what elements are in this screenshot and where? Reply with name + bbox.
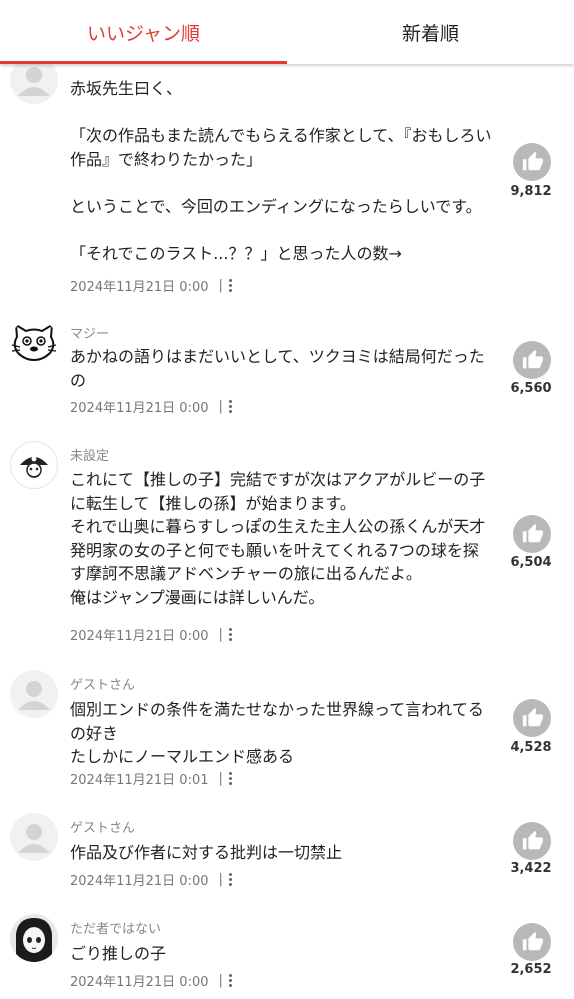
comment-text: 作品及び作者に対する批判は一切禁止 — [70, 843, 343, 862]
like-count: 9,812 — [510, 184, 552, 199]
more-options-icon[interactable] — [227, 772, 234, 785]
separator: | — [218, 872, 223, 887]
comment-meta: 2024年11月21日 0:01 | — [70, 769, 234, 788]
separator: | — [218, 627, 223, 642]
comment-username: ゲストさん — [70, 821, 136, 836]
comment-date: 2024年11月21日 0:00 — [70, 874, 209, 889]
comment-username: ただ者ではない — [70, 922, 162, 937]
like-button[interactable] — [513, 699, 551, 737]
more-options-icon[interactable] — [227, 974, 234, 987]
like-button[interactable] — [513, 143, 551, 181]
thumbs-up-icon — [522, 523, 543, 543]
comment-item: マジー あかねの語りはまだいいとして、ツクヨミは結局何だったの 2024年11月… — [0, 303, 574, 427]
comment-username: ゲストさん — [70, 678, 136, 693]
default-user-icon — [18, 824, 50, 853]
more-options-icon[interactable] — [227, 628, 234, 641]
comment-meta: 2024年11月21日 0:00 | — [70, 971, 234, 990]
comment-username: マジー — [70, 327, 110, 342]
thumbs-up-icon — [522, 707, 543, 727]
comment-date: 2024年11月21日 0:00 — [70, 629, 209, 644]
avatar — [10, 670, 58, 718]
comment-text: ごり推しの子 — [70, 944, 167, 963]
comment-item: 赤坂先生曰く、 「次の作品もまた読んでもらえる作家として、『おもしろい作品』で終… — [0, 40, 574, 305]
more-options-icon[interactable] — [227, 279, 234, 292]
thumbs-up-icon — [522, 830, 543, 850]
like-count: 2,652 — [510, 962, 552, 977]
avatar — [10, 441, 58, 489]
comment-item: ゲストさん 個別エンドの条件を満たせなかった世界線って言われてるの好き たしかに… — [0, 654, 574, 799]
tab-newest[interactable]: 新着順 — [287, 0, 574, 64]
comment-date: 2024年11月21日 0:00 — [70, 401, 209, 416]
anime-girl-avatar-icon — [10, 914, 58, 962]
thumbs-up-icon — [522, 931, 543, 951]
like-count: 3,422 — [510, 861, 552, 876]
comment-meta: 2024年11月21日 0:00 | — [70, 276, 234, 295]
separator: | — [218, 278, 223, 293]
comment-meta: 2024年11月21日 0:00 | — [70, 625, 234, 644]
comment-meta: 2024年11月21日 0:00 | — [70, 870, 234, 889]
comment-item: ゲストさん 作品及び作者に対する批判は一切禁止 2024年11月21日 0:00… — [0, 797, 574, 900]
comment-date: 2024年11月21日 0:00 — [70, 280, 209, 295]
avatar — [10, 319, 58, 367]
like-button[interactable] — [513, 923, 551, 961]
comment-username: 未設定 — [70, 449, 110, 464]
pirate-avatar-icon — [20, 456, 48, 478]
comment-text: これにて【推しの子】完結ですが次はアクアがルビーの子に転生して【推しの孫】が始ま… — [70, 470, 486, 607]
like-button[interactable] — [513, 822, 551, 860]
like-count: 4,528 — [510, 740, 552, 755]
comment-text: 個別エンドの条件を満たせなかった世界線って言われてるの好き たしかにノーマルエン… — [70, 700, 484, 766]
comment-date: 2024年11月21日 0:01 — [70, 773, 209, 788]
comment-item: ただ者ではない ごり推しの子 2024年11月21日 0:00 | 2,652 — [0, 898, 574, 999]
avatar — [10, 813, 58, 861]
thumbs-up-icon — [522, 151, 543, 171]
sort-tabs: いいジャン順 新着順 — [0, 0, 574, 64]
like-count: 6,504 — [510, 555, 552, 570]
thumbs-up-icon — [522, 349, 543, 369]
comment-meta: 2024年11月21日 0:00 | — [70, 397, 234, 416]
cat-avatar-icon — [11, 323, 57, 362]
default-user-icon — [18, 681, 50, 710]
like-count: 6,560 — [510, 381, 552, 396]
separator: | — [218, 973, 223, 988]
separator: | — [218, 771, 223, 786]
like-button[interactable] — [513, 341, 551, 379]
tab-popular[interactable]: いいジャン順 — [0, 0, 287, 64]
like-button[interactable] — [513, 515, 551, 553]
more-options-icon[interactable] — [227, 873, 234, 886]
avatar — [10, 914, 58, 962]
more-options-icon[interactable] — [227, 400, 234, 413]
comment-text: 赤坂先生曰く、 「次の作品もまた読んでもらえる作家として、『おもしろい作品』で終… — [70, 79, 492, 263]
separator: | — [218, 399, 223, 414]
comment-item: 未設定 これにて【推しの子】完結ですが次はアクアがルビーの子に転生して【推しの孫… — [0, 425, 574, 656]
comment-date: 2024年11月21日 0:00 — [70, 975, 209, 990]
comment-text: あかねの語りはまだいいとして、ツクヨミは結局何だったの — [70, 347, 485, 390]
